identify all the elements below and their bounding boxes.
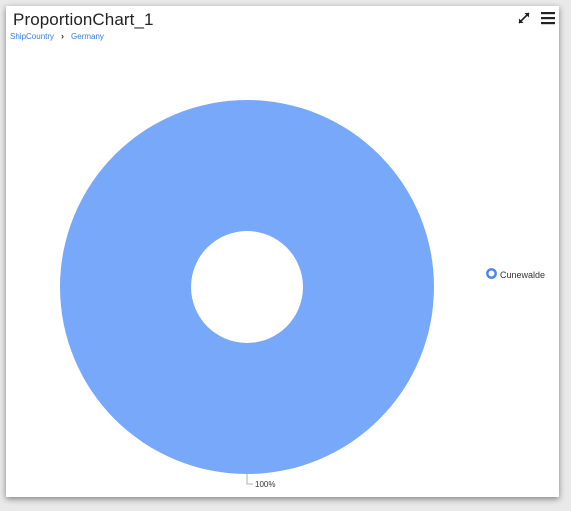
legend-label: Cunewalde [500, 269, 546, 280]
data-label-connector [246, 474, 253, 485]
chart-plot-area: 100% [60, 100, 434, 489]
donut-data-labels: 100% [246, 474, 275, 489]
legend-item-cunewalde[interactable]: Cunewalde [486, 268, 545, 281]
chart-widget: ProportionChart_1 ShipCountry › Germany … [6, 6, 559, 497]
data-label: 100% [255, 480, 275, 489]
donut-slice-cunewalde[interactable] [60, 100, 434, 474]
donut-slices [60, 100, 434, 474]
legend-swatch-icon [486, 268, 497, 281]
